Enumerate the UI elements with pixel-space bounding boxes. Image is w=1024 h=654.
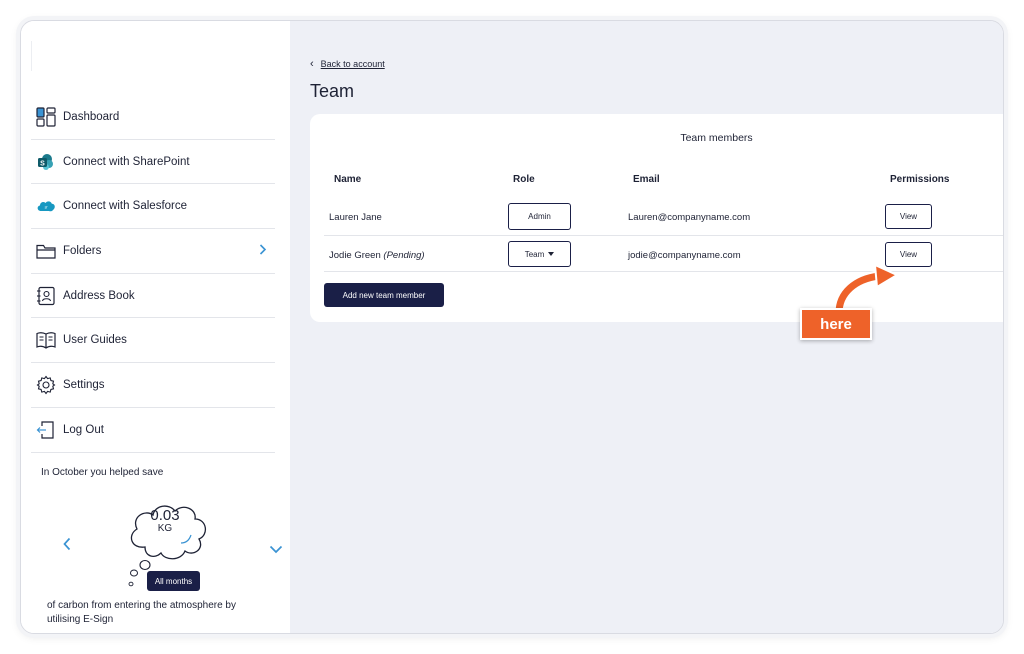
sidebar-item-sharepoint[interactable]: S Connect with SharePoint	[31, 140, 275, 185]
main-content: ‹ Back to account Team Team members Name…	[290, 21, 1003, 633]
role-button[interactable]: Admin	[508, 203, 571, 230]
chevron-right-icon[interactable]	[259, 243, 267, 258]
table-row: Lauren Jane Admin Lauren@companyname.com…	[324, 198, 1003, 236]
page-title: Team	[310, 81, 355, 101]
sidebar-item-log-out[interactable]: Log Out	[31, 408, 275, 453]
annotation-label: here	[800, 308, 872, 340]
sidebar-item-address-book[interactable]: Address Book	[31, 274, 275, 319]
sidebar-item-label: Dashboard	[63, 110, 120, 123]
sidebar-item-salesforce[interactable]: sf Connect with Salesforce	[31, 184, 275, 230]
logout-icon	[35, 419, 57, 441]
salesforce-icon: sf	[35, 195, 57, 217]
gear-icon	[35, 374, 57, 396]
chevron-down-icon[interactable]	[269, 541, 283, 559]
add-team-member-button[interactable]: Add new team member	[324, 283, 444, 307]
back-to-account-link[interactable]: Back to account	[321, 59, 385, 69]
sidebar-item-settings[interactable]: Settings	[31, 363, 275, 408]
sidebar: Dashboard S Connect with SharePoint sf C…	[21, 21, 290, 633]
sharepoint-icon: S	[35, 151, 57, 173]
sidebar-item-label: Log Out	[63, 423, 104, 436]
sidebar-item-label: Settings	[63, 378, 105, 391]
address-book-icon	[35, 285, 57, 307]
column-header-name: Name	[334, 174, 362, 185]
carbon-unit: KG	[157, 523, 173, 534]
sidebar-item-folders[interactable]: Folders	[31, 229, 275, 274]
column-header-permissions: Permissions	[890, 174, 950, 185]
member-name-pending: Jodie Green (Pending)	[329, 250, 425, 261]
carbon-value: 0.03	[150, 507, 180, 524]
column-header-email: Email	[633, 174, 660, 185]
caret-down-icon	[548, 252, 555, 256]
sidebar-item-user-guides[interactable]: User Guides	[31, 318, 275, 364]
chevron-left-icon[interactable]	[63, 537, 71, 556]
view-permissions-button[interactable]: View	[885, 204, 932, 229]
role-label: Team	[524, 249, 545, 259]
sidebar-item-label: Address Book	[63, 289, 135, 302]
all-months-button[interactable]: All months	[147, 571, 200, 591]
member-name: Lauren Jane	[329, 212, 382, 223]
sidebar-item-label: Connect with SharePoint	[63, 155, 190, 168]
sidebar-item-label: Connect with Salesforce	[63, 200, 188, 213]
view-label: View	[899, 212, 918, 221]
sidebar-nav: Dashboard S Connect with SharePoint sf C…	[31, 95, 275, 453]
chevron-left-icon[interactable]: ‹	[310, 58, 314, 70]
role-label: Admin	[528, 212, 551, 221]
svg-text:sf: sf	[45, 206, 48, 210]
svg-text:S: S	[40, 160, 45, 167]
member-name: Jodie Green	[329, 250, 381, 261]
folder-icon	[35, 240, 57, 262]
back-link-row: ‹ Back to account	[310, 58, 385, 70]
book-icon	[35, 329, 57, 351]
sidebar-item-dashboard[interactable]: Dashboard	[31, 95, 275, 140]
sidebar-item-label: Folders	[63, 244, 102, 257]
logo-placeholder	[31, 41, 32, 71]
member-email: jodie@companyname.com	[628, 250, 741, 261]
carbon-intro-text: In October you helped save	[41, 467, 164, 478]
app-window: Dashboard S Connect with SharePoint sf C…	[20, 20, 1004, 634]
column-header-role: Role	[513, 174, 535, 185]
dashboard-icon	[35, 106, 57, 128]
member-email: Lauren@companyname.com	[628, 212, 751, 223]
carbon-outro-text: of carbon from entering the atmosphere b…	[47, 600, 236, 625]
role-dropdown[interactable]: Team	[508, 241, 571, 267]
card-title: Team members	[680, 132, 753, 144]
carbon-savings-widget: In October you helped save 0.03 KG All m…	[41, 467, 283, 627]
sidebar-item-label: User Guides	[63, 334, 127, 347]
pending-status: (Pending)	[383, 250, 425, 261]
